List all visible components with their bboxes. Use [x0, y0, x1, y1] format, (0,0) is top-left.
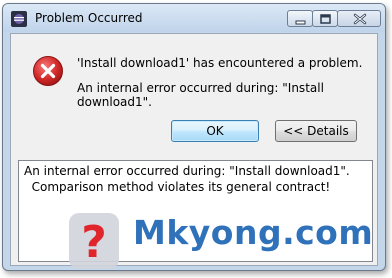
error-message-detail: An internal error occurred during: "Inst… [77, 81, 324, 109]
mkyong-watermark: ? Mkyong.com [65, 205, 385, 275]
maximize-button[interactable] [312, 10, 338, 27]
title-bar[interactable]: Problem Occurred [3, 4, 385, 32]
minimize-button[interactable] [287, 10, 313, 27]
svg-text:?: ? [81, 217, 107, 268]
close-button[interactable] [337, 10, 381, 27]
details-toggle-button[interactable]: << Details [275, 120, 357, 142]
eclipse-icon [11, 11, 27, 27]
maximize-icon [320, 14, 331, 24]
ok-button[interactable]: OK [171, 120, 259, 142]
error-message-title: 'Install download1' has encountered a pr… [77, 56, 363, 70]
question-mark-logo-icon: ? [69, 213, 119, 269]
error-icon [33, 56, 63, 86]
window-title: Problem Occurred [35, 11, 143, 25]
close-icon [353, 13, 367, 25]
minimize-icon [295, 20, 306, 25]
watermark-text: Mkyong.com [133, 213, 374, 252]
